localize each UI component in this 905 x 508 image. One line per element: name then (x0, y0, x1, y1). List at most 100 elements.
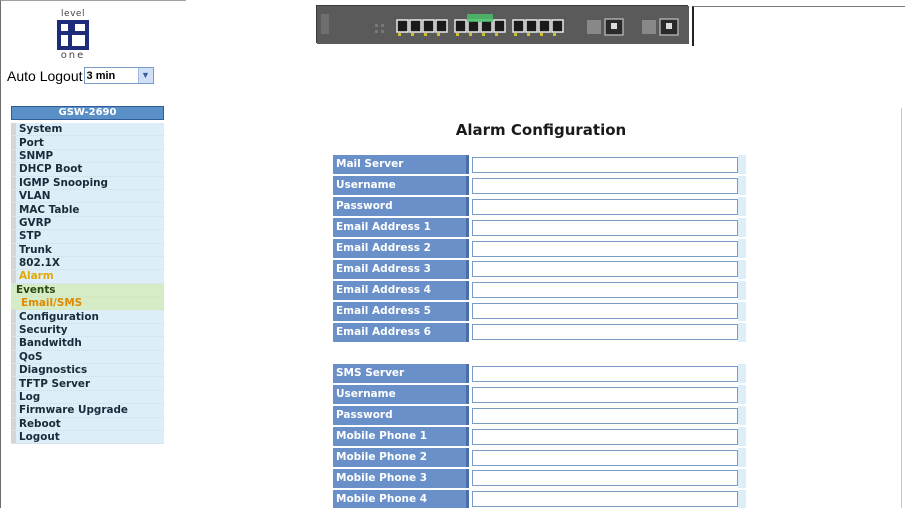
sidebar-item-alarm[interactable]: Alarm (11, 270, 164, 284)
email-address-4-field[interactable] (472, 282, 738, 299)
sidebar-item-label: QoS (19, 350, 43, 363)
field-label: Mail Server (333, 155, 469, 175)
model-header: GSW-2690 (11, 106, 164, 120)
sidebar-item-trunk[interactable]: Trunk (11, 243, 164, 257)
field-label: Email Address 4 (333, 280, 469, 300)
field-label: Email Address 2 (333, 239, 469, 258)
mobile-phone-4-field[interactable] (472, 491, 738, 508)
field-label: SMS Server (333, 364, 469, 384)
sidebar-item-igmp-snooping[interactable]: IGMP Snooping (11, 176, 164, 190)
email-config-table: Mail Server Username Password Email Address… (333, 155, 749, 344)
menu-marker (11, 404, 16, 417)
field-label: Password (333, 406, 469, 426)
logo-mark-icon (57, 20, 89, 50)
scrollbar[interactable] (901, 108, 905, 508)
sidebar-item-label: System (19, 123, 63, 136)
config-row-email-address-1: Email Address 1 (333, 218, 749, 239)
sidebar-item-configuration[interactable]: Configuration (11, 310, 164, 324)
sidebar-item-firmware-upgrade[interactable]: Firmware Upgrade (11, 404, 164, 418)
sidebar-item-mac-table[interactable]: MAC Table (11, 203, 164, 217)
sidebar-item-reboot[interactable]: Reboot (11, 417, 164, 431)
menu-marker (11, 176, 16, 189)
logo-bottom-text: one (60, 50, 86, 61)
sms-server-field[interactable] (472, 365, 738, 382)
password-field[interactable] (472, 407, 738, 424)
username-field[interactable] (472, 177, 738, 194)
mobile-phone-2-field[interactable] (472, 449, 738, 466)
email-address-3-field[interactable] (472, 261, 738, 278)
email-address-5-field[interactable] (472, 303, 738, 320)
menu-marker (11, 230, 16, 243)
field-label: Username (333, 176, 469, 196)
field-label: Email Address 5 (333, 301, 469, 321)
sidebar-item-label: Log (19, 391, 41, 403)
port-icon (435, 19, 448, 33)
sidebar-item-label: 802.1X (19, 257, 60, 270)
top-right-frame (692, 6, 905, 46)
sidebar-item-system[interactable]: System (11, 123, 164, 137)
sidebar-item-dhcp-boot[interactable]: DHCP Boot (11, 163, 164, 177)
mail-server-field[interactable] (472, 156, 738, 173)
menu-marker (11, 377, 16, 390)
config-row-email-address-3: Email Address 3 (333, 259, 749, 281)
port-icon (422, 19, 435, 33)
username-field[interactable] (472, 386, 738, 403)
field-label: Password (333, 197, 469, 217)
sidebar-item-label: Reboot (19, 417, 61, 430)
config-row-username: Username (333, 385, 749, 406)
config-row-email-address-4: Email Address 4 (333, 280, 749, 302)
sidebar-item-label: DHCP Boot (19, 163, 83, 176)
sidebar-item-label: Diagnostics (19, 364, 88, 377)
sms-config-table: SMS Server Username Password Mobile Phone 1… (333, 364, 749, 508)
menu-marker (11, 390, 16, 404)
sidebar-item-security[interactable]: Security (11, 323, 164, 338)
switch-panel-drawing (317, 6, 689, 44)
port-icon (525, 19, 538, 33)
sidebar-item-snmp[interactable]: SNMP (11, 149, 164, 164)
sidebar-item-gvrp[interactable]: GVRP (11, 216, 164, 231)
menu-marker (11, 149, 16, 163)
mobile-phone-3-field[interactable] (472, 470, 738, 487)
port-icon (551, 19, 564, 33)
menu-marker (11, 310, 16, 323)
sidebar-item-log[interactable]: Log (11, 390, 164, 405)
logo-top-text: level (61, 9, 85, 19)
email-address-6-field[interactable] (472, 324, 738, 341)
port-icon (409, 19, 422, 33)
page-title: Alarm Configuration (455, 121, 627, 139)
sidebar-item-diagnostics[interactable]: Diagnostics (11, 364, 164, 378)
sidebar-item-label: Trunk (19, 243, 52, 256)
sidebar-item-label: Events (16, 283, 56, 296)
auto-logout-select[interactable]: 3 min ▼ (83, 67, 154, 84)
port-icon (396, 19, 409, 33)
port-icon (454, 19, 467, 33)
left-frame: level one Auto Logout 3 min ▼ GSW-2690 S… (0, 0, 186, 508)
chevron-down-icon[interactable]: ▼ (137, 68, 153, 83)
menu-marker (11, 364, 16, 377)
config-row-password: Password (333, 197, 749, 218)
sidebar-item-label: Security (19, 324, 68, 337)
password-field[interactable] (472, 198, 738, 215)
sidebar-item-qos[interactable]: QoS (11, 350, 164, 365)
menu-marker (11, 216, 16, 230)
sidebar-item-port[interactable]: Port (11, 136, 164, 150)
sidebar-item-stp[interactable]: STP (11, 230, 164, 244)
sidebar-item-logout[interactable]: Logout (11, 430, 164, 445)
config-row-email-address-2: Email Address 2 (333, 239, 749, 260)
field-label: Mobile Phone 1 (333, 427, 469, 447)
field-label: Mobile Phone 2 (333, 448, 469, 467)
sidebar-item-email-sms[interactable]: Email/SMS (11, 297, 164, 311)
email-address-1-field[interactable] (472, 219, 738, 236)
config-row-mobile-phone-2: Mobile Phone 2 (333, 448, 749, 469)
email-address-2-field[interactable] (472, 240, 738, 257)
config-row-email-address-6: Email Address 6 (333, 322, 749, 344)
sidebar-item-bandwitdh[interactable]: Bandwitdh (11, 337, 164, 351)
config-row-email-address-5: Email Address 5 (333, 301, 749, 323)
sidebar-item-label: GVRP (19, 216, 52, 229)
sidebar-item-vlan[interactable]: VLAN (11, 189, 164, 204)
mobile-phone-1-field[interactable] (472, 428, 738, 445)
sidebar-item-events[interactable]: Events (11, 283, 164, 298)
sidebar-item-tftp-server[interactable]: TFTP Server (11, 377, 164, 391)
sidebar-item-label: MAC Table (19, 203, 80, 216)
sidebar-item-802-1x[interactable]: 802.1X (11, 256, 164, 271)
